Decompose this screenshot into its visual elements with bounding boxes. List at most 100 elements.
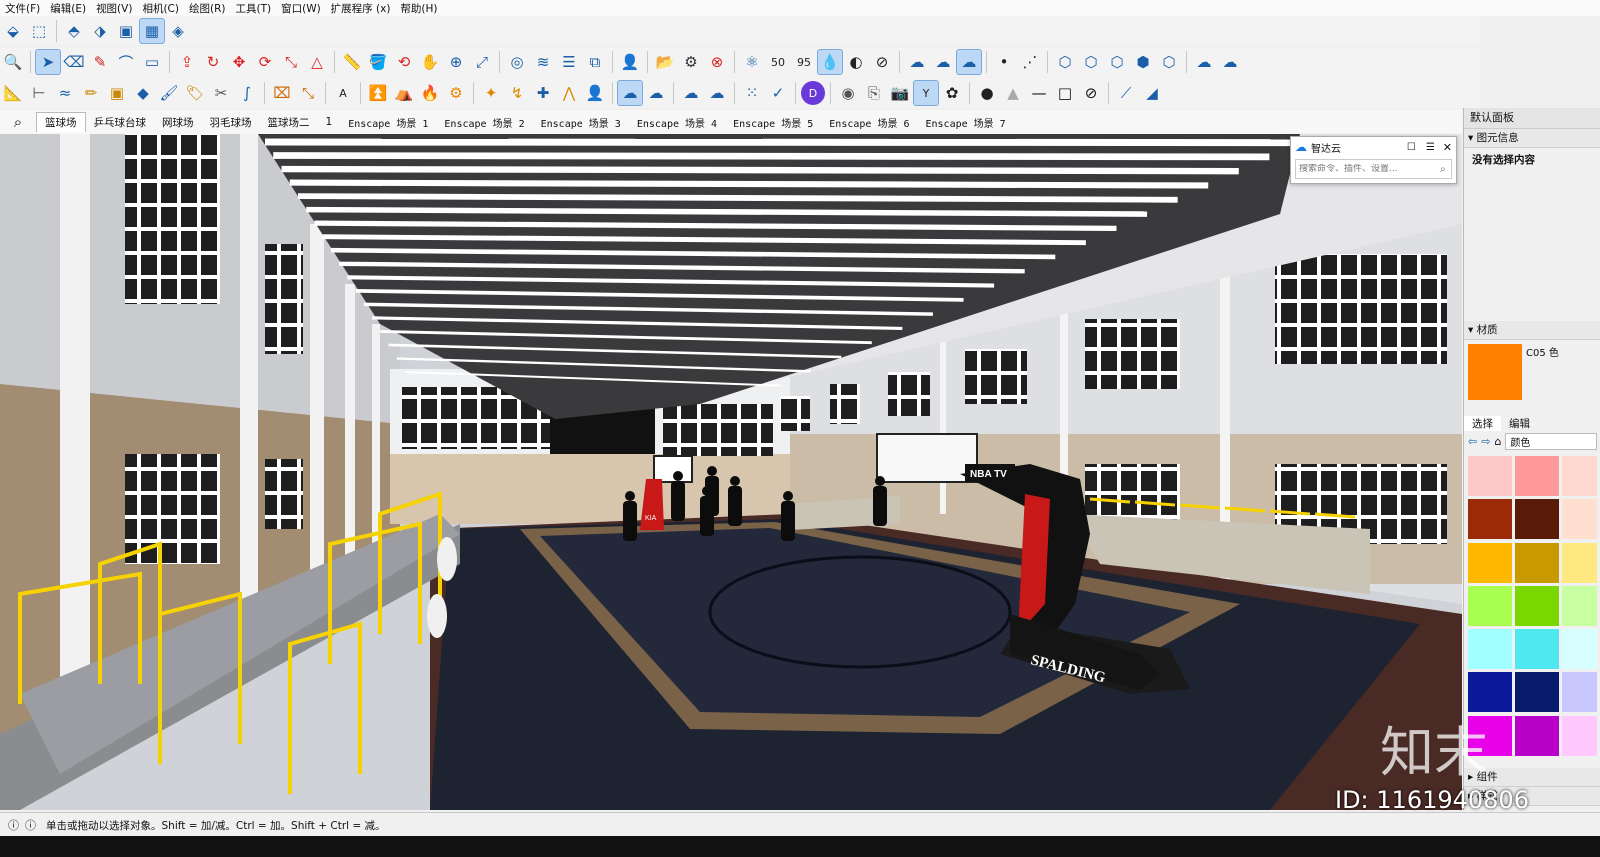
material-swatch[interactable] — [1515, 672, 1559, 713]
cloud-search-icon[interactable]: ☁ — [644, 81, 668, 105]
square-icon[interactable]: □ — [1053, 81, 1077, 105]
tags-icon[interactable]: ☰ — [557, 50, 581, 74]
rotate-icon[interactable]: ⟳ — [253, 50, 277, 74]
scene-tab[interactable]: Enscape 场景 2 — [436, 113, 532, 132]
cloud-b-icon[interactable]: ☁ — [705, 81, 729, 105]
person-icon[interactable]: 👤 — [583, 81, 607, 105]
follow-me-icon[interactable]: ↻ — [201, 50, 225, 74]
xray-icon[interactable]: ⊘ — [1079, 81, 1103, 105]
grid-dots-icon[interactable]: ⁙ — [740, 81, 764, 105]
plugin-a-icon[interactable]: ⚛ — [740, 50, 764, 74]
solid-b-icon[interactable]: ⬡ — [1079, 50, 1103, 74]
material-swatch[interactable] — [1562, 629, 1597, 670]
shapes-icon[interactable]: ◆ — [131, 81, 155, 105]
shaded-view-icon[interactable]: ▦ — [139, 18, 165, 44]
cloud-a-icon[interactable]: ☁ — [679, 81, 703, 105]
close-icon[interactable]: ✕ — [1443, 141, 1452, 154]
eraser-icon[interactable]: ⌫ — [62, 50, 86, 74]
minus-line-icon[interactable]: — — [1027, 81, 1051, 105]
cloud-share-icon[interactable]: ☁ — [1218, 50, 1242, 74]
check-icon[interactable]: ✓ — [766, 81, 790, 105]
scale-icon[interactable]: ⤡ — [279, 50, 303, 74]
material-swatch[interactable] — [1515, 585, 1559, 626]
tape-measure-icon[interactable]: 📏 — [340, 50, 364, 74]
hatch-icon[interactable]: ⊘ — [870, 50, 894, 74]
dimension-icon[interactable]: ⊢ — [27, 81, 51, 105]
cone-icon[interactable]: ▲ — [1001, 81, 1025, 105]
zoom-icon[interactable]: 🔍 — [1, 50, 25, 74]
plugin-50-icon[interactable]: 50 — [766, 50, 790, 74]
scene-tab[interactable]: 篮球场二 — [260, 113, 318, 132]
arc-icon[interactable]: ⌒ — [114, 50, 138, 74]
scene-tab[interactable]: Enscape 场景 3 — [533, 113, 629, 132]
cloud-upload-icon[interactable]: ☁ — [905, 50, 929, 74]
scene-tab[interactable]: Enscape 场景 6 — [821, 113, 917, 132]
menu-item[interactable]: 窗口(W) — [276, 1, 326, 16]
vertex-icon[interactable]: ✦ — [479, 81, 503, 105]
cloud-sync-icon[interactable]: ☁ — [1192, 50, 1216, 74]
materials-header[interactable]: ▾ 材质 — [1464, 321, 1600, 340]
plugin-95-icon[interactable]: 95 — [792, 50, 816, 74]
sun-dot-icon[interactable]: ● — [975, 81, 999, 105]
offset-icon[interactable]: △ — [305, 50, 329, 74]
right-view-icon[interactable]: ⬗ — [88, 19, 112, 43]
stair-icon[interactable]: ⟋ — [1114, 81, 1138, 105]
fill-icon[interactable]: ⛺ — [392, 81, 416, 105]
back-view-icon[interactable]: ▣ — [114, 19, 138, 43]
wood-pencil-icon[interactable]: ✏ — [79, 81, 103, 105]
current-material-swatch[interactable] — [1468, 344, 1522, 400]
open-folder-icon[interactable]: 📂 — [653, 50, 677, 74]
resize-icon[interactable]: ⤡ — [296, 81, 320, 105]
cloud-download-icon[interactable]: ☁ — [931, 50, 955, 74]
entity-info-header[interactable]: ▾ 图元信息 — [1464, 129, 1600, 148]
gears-icon[interactable]: ⚙ — [444, 81, 468, 105]
cloud-hand-icon[interactable]: ☁ — [956, 49, 982, 75]
d-plugin-icon[interactable]: D — [801, 81, 825, 105]
camera-icon[interactable]: ⎘ — [862, 81, 886, 105]
info-circle-icon[interactable]: ⓘ — [25, 817, 36, 833]
frame-icon[interactable]: ⌧ — [270, 81, 294, 105]
move-icon[interactable]: ✥ — [227, 50, 251, 74]
push-pull-icon[interactable]: ⇪ — [175, 50, 199, 74]
cloud-link-icon[interactable]: ☁ — [617, 80, 643, 106]
scene-tab[interactable]: Enscape 场景 1 — [340, 113, 436, 132]
material-swatch[interactable] — [1562, 672, 1597, 713]
scene-tab[interactable]: Enscape 场景 4 — [629, 113, 725, 132]
material-swatch[interactable] — [1468, 585, 1512, 626]
forward-arrow-icon[interactable]: ⇨ — [1481, 435, 1490, 448]
section-plane-icon[interactable]: ◎ — [505, 50, 529, 74]
material-swatch[interactable] — [1515, 456, 1559, 496]
box-icon[interactable]: ▣ — [105, 81, 129, 105]
camera-orbit-icon[interactable]: ◉ — [836, 81, 860, 105]
ruler-icon[interactable]: 📐 — [1, 81, 25, 105]
scene-tab[interactable]: 网球场 — [154, 113, 202, 132]
account-icon[interactable]: 👤 — [618, 50, 642, 74]
solid-e-icon[interactable]: ⬡ — [1157, 50, 1181, 74]
scene-tab[interactable]: 篮球场 — [36, 112, 86, 132]
menu-item[interactable]: 帮助(H) — [395, 1, 442, 16]
paint-bucket-icon[interactable]: 🪣 — [366, 50, 390, 74]
scene-tab[interactable]: 乒乓球台球 — [86, 113, 155, 132]
material-swatch[interactable] — [1562, 456, 1597, 496]
sandbox-icon[interactable]: ≈ — [53, 81, 77, 105]
solid-d-icon[interactable]: ⬢ — [1131, 50, 1155, 74]
material-swatch[interactable] — [1468, 672, 1512, 713]
back-arrow-icon[interactable]: ⇦ — [1468, 435, 1477, 448]
layers-icon[interactable]: ≋ — [531, 50, 555, 74]
zoom-window-icon[interactable]: ⊕ — [444, 50, 468, 74]
paint-icon[interactable]: 🖌 — [157, 81, 181, 105]
text-tool-icon[interactable]: A — [331, 81, 355, 105]
material-swatch[interactable] — [1515, 499, 1559, 540]
scene-tab[interactable]: 1 — [318, 114, 341, 130]
material-swatch[interactable] — [1562, 715, 1597, 756]
top-view-icon[interactable]: ⬚ — [27, 19, 51, 43]
solid-c-icon[interactable]: ⬡ — [1105, 50, 1129, 74]
settings-gear-icon[interactable]: ⚙ — [679, 50, 703, 74]
scene-tab[interactable]: Enscape 场景 7 — [918, 113, 1014, 132]
material-swatch[interactable] — [1562, 585, 1597, 626]
maximize-icon[interactable]: ☐ — [1407, 142, 1416, 153]
help-circle-icon[interactable]: ⓘ — [8, 817, 19, 833]
bend-icon[interactable]: ↯ — [505, 81, 529, 105]
home-icon[interactable]: ⌂ — [1494, 435, 1501, 448]
photo-icon[interactable]: 📷 — [888, 81, 912, 105]
